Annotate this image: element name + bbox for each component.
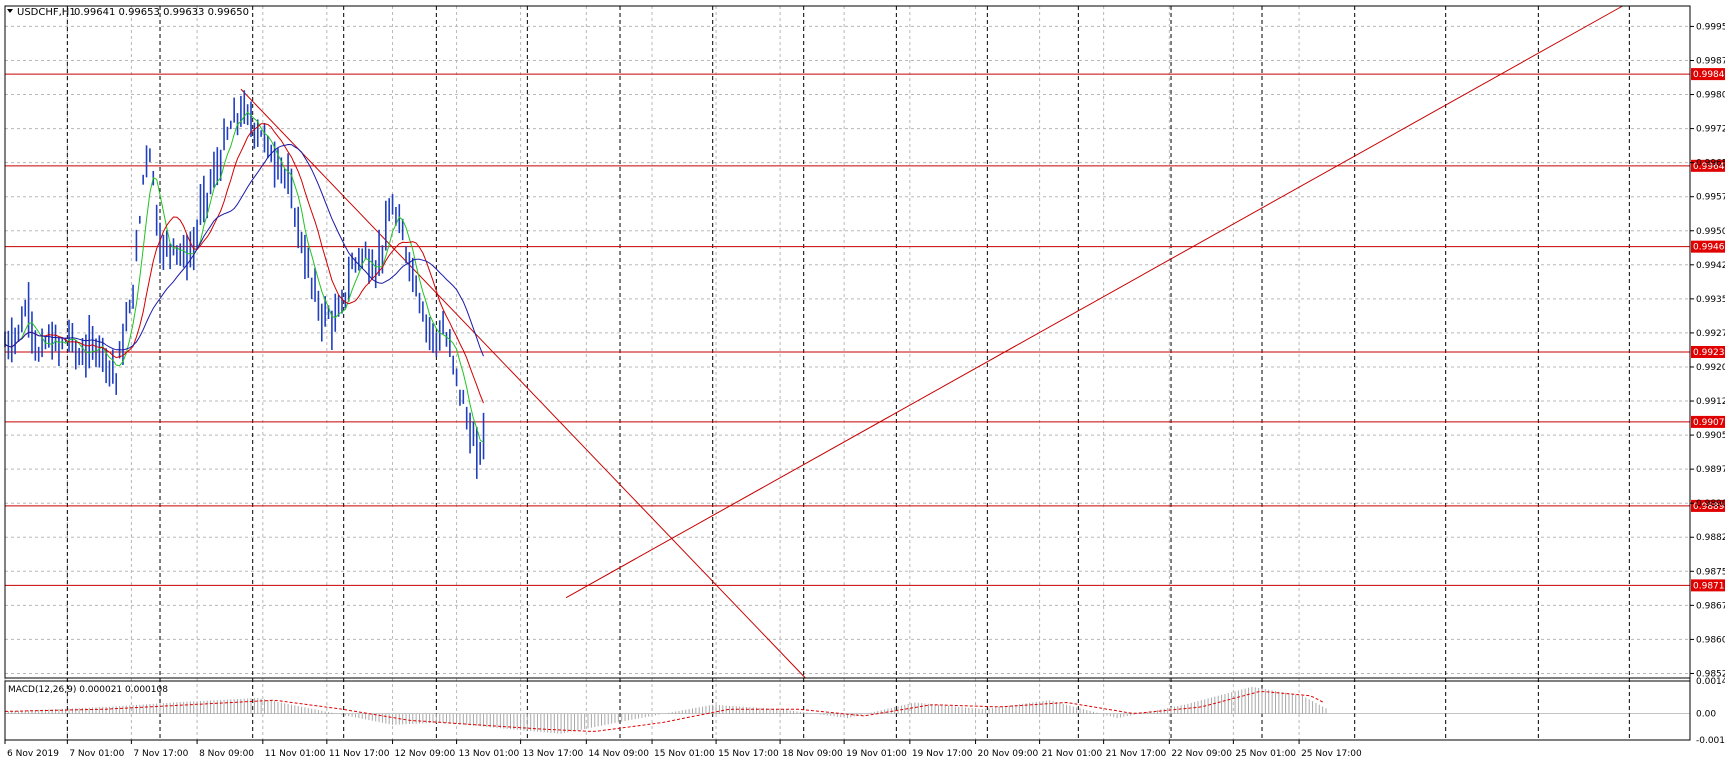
- moving-averages: [4, 111, 484, 443]
- time-tick-label: 25 Nov 01:00: [1235, 749, 1296, 759]
- trading-chart[interactable]: 0.998450.996430.994650.992330.990790.988…: [0, 0, 1725, 764]
- price-tick-label: 0.98825: [1696, 533, 1725, 543]
- macd-label: MACD(12,26,9) 0.000021 0.000108: [8, 685, 168, 695]
- level-label: 0.99233: [1693, 348, 1725, 358]
- price-tick-label: 0.99875: [1696, 56, 1725, 66]
- price-tick-label: 0.99725: [1696, 125, 1725, 135]
- price-axis[interactable]: 0.99950 0.99875 0.99800 0.99725 0.99650 0.995…: [1690, 22, 1725, 746]
- time-tick-label: 14 Nov 09:00: [588, 749, 649, 759]
- price-tick-label: 0.99800: [1696, 91, 1725, 101]
- chart-canvas[interactable]: 0.998450.996430.994650.992330.990790.988…: [0, 0, 1725, 764]
- time-tick-label: 6 Nov 2019: [7, 749, 59, 759]
- macd-tick-label: 0.00146: [1696, 677, 1725, 687]
- time-tick-label: 19 Nov 01:00: [846, 749, 907, 759]
- time-tick-label: 11 Nov 17:00: [329, 749, 390, 759]
- price-tick-label: 0.99275: [1696, 329, 1725, 339]
- macd-tick-label: 0.00: [1696, 710, 1716, 720]
- time-axis[interactable]: 6 Nov 2019 7 Nov 01:00 7 Nov 17:00 8 Nov 09…: [4, 740, 1362, 759]
- time-tick-label: 13 Nov 17:00: [523, 749, 584, 759]
- time-tick-label: 8 Nov 09:00: [199, 749, 254, 759]
- ma-slow-line: [4, 143, 484, 357]
- ma-fast-line: [4, 111, 484, 443]
- time-tick-label: 25 Nov 17:00: [1301, 749, 1362, 759]
- time-tick-label: 15 Nov 01:00: [654, 749, 715, 759]
- level-label: 0.99079: [1693, 418, 1725, 428]
- macd-signal-line: [4, 691, 1325, 732]
- macd-panel: MACD(12,26,9) 0.000021 0.000108: [4, 685, 1690, 734]
- triangle-down-icon[interactable]: [7, 9, 13, 13]
- time-tick-label: 12 Nov 09:00: [395, 749, 456, 759]
- macd-tick-label: -0.00118: [1696, 736, 1725, 746]
- price-tick-label: 0.99575: [1696, 193, 1725, 203]
- price-tick-label: 0.98600: [1696, 635, 1725, 645]
- price-tick-label: 0.99950: [1696, 22, 1725, 32]
- chart-header: USDCHF,H1 0.99641 0.99653 0.99633 0.9965…: [7, 7, 249, 18]
- level-label: 0.98719: [1693, 581, 1725, 591]
- time-tick-label: 11 Nov 01:00: [265, 749, 326, 759]
- level-label: 0.99465: [1693, 243, 1725, 253]
- time-tick-label: 18 Nov 09:00: [782, 749, 843, 759]
- time-tick-label: 21 Nov 01:00: [1042, 749, 1103, 759]
- time-tick-label: 7 Nov 01:00: [69, 749, 124, 759]
- time-tick-label: 20 Nov 09:00: [978, 749, 1039, 759]
- time-tick-label: 7 Nov 17:00: [133, 749, 188, 759]
- price-tick-label: 0.98975: [1696, 465, 1725, 475]
- time-tick-label: 15 Nov 17:00: [718, 749, 779, 759]
- price-tick-label: 0.98675: [1696, 601, 1725, 611]
- time-tick-label: 21 Nov 17:00: [1106, 749, 1167, 759]
- time-tick-label: 13 Nov 01:00: [459, 749, 520, 759]
- trendline-descending[interactable]: [240, 88, 806, 679]
- trendlines[interactable]: [240, 5, 1623, 679]
- price-tick-label: 0.99425: [1696, 261, 1725, 271]
- price-series: [4, 90, 485, 479]
- time-tick-label: 22 Nov 09:00: [1171, 749, 1232, 759]
- quotes-label: 0.99641 0.99653 0.99633 0.99650: [74, 7, 249, 18]
- price-tick-label: 0.99050: [1696, 431, 1725, 441]
- trendline-ascending[interactable]: [565, 5, 1623, 599]
- price-tick-label: 0.99350: [1696, 295, 1725, 305]
- time-tick-label: 19 Nov 17:00: [912, 749, 973, 759]
- price-tick-label: 0.98900: [1696, 499, 1725, 509]
- grid: [4, 6, 1690, 740]
- level-label: 0.99845: [1693, 70, 1725, 80]
- chart-frame: [4, 5, 1691, 741]
- price-tick-label: 0.99200: [1696, 363, 1725, 373]
- symbol-label: USDCHF,H1: [17, 7, 76, 18]
- price-tick-label: 0.99125: [1696, 397, 1725, 407]
- price-tick-label: 0.98750: [1696, 567, 1725, 577]
- price-tick-label: 0.99650: [1696, 159, 1725, 169]
- price-tick-label: 0.99500: [1696, 227, 1725, 237]
- day-separators: [66, 6, 1630, 740]
